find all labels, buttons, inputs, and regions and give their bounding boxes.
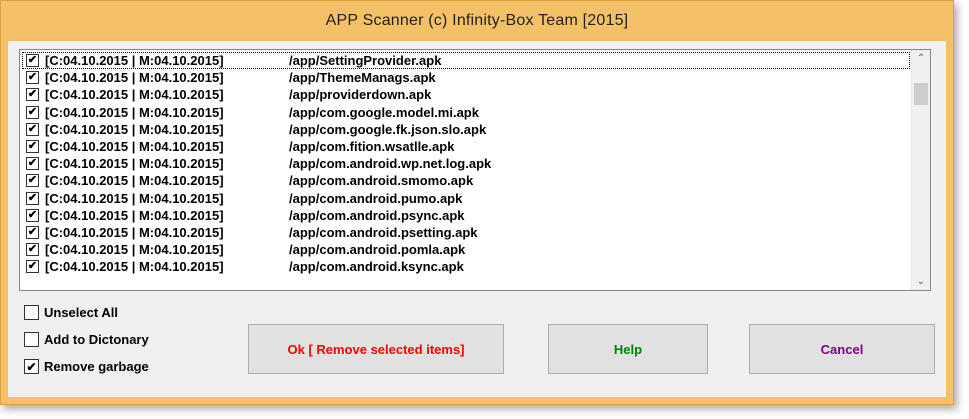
row-date: [C:04.10.2015 | M:04.10.2015] [45, 70, 224, 86]
list-item[interactable]: ✔ [C:04.10.2015 | M:04.10.2015] /app/com.a… [22, 155, 910, 172]
unselect-all-checkbox[interactable]: Unselect All [24, 305, 118, 320]
scroll-down-button[interactable]: ⌄ [912, 273, 930, 290]
vertical-scrollbar[interactable]: ⌃ ⌄ [911, 50, 930, 290]
add-to-dictionary-box[interactable] [24, 332, 39, 347]
row-checkbox[interactable]: ✔ [26, 105, 39, 119]
list-item[interactable]: ✔ [C:04.10.2015 | M:04.10.2015] /app/com.a… [22, 190, 910, 207]
app-scanner-window: APP Scanner (c) Infinity-Box Team [2015]… [0, 0, 954, 405]
row-path: /app/com.fition.wsatlle.apk [289, 139, 455, 155]
row-checkbox[interactable]: ✔ [26, 174, 39, 188]
row-path: /app/SettingProvider.apk [289, 53, 442, 69]
row-path: /app/com.android.psync.apk [289, 207, 465, 223]
list-item[interactable]: ✔ [C:04.10.2015 | M:04.10.2015] /app/com.a… [22, 172, 910, 189]
row-checkbox[interactable]: ✔ [26, 225, 39, 239]
dialog-client-area: ✔ [C:04.10.2015 | M:04.10.2015] /app/Setti… [8, 41, 946, 397]
list-item[interactable]: ✔ [C:04.10.2015 | M:04.10.2015] /app/com.g… [22, 104, 910, 121]
row-checkbox[interactable]: ✔ [26, 208, 39, 222]
list-item[interactable]: ✔ [C:04.10.2015 | M:04.10.2015] /app/Setti… [22, 52, 910, 70]
row-checkbox[interactable]: ✔ [26, 243, 39, 257]
row-path: /app/com.android.wp.net.log.apk [289, 156, 492, 172]
list-item[interactable]: ✔ [C:04.10.2015 | M:04.10.2015] /app/com.g… [22, 121, 910, 138]
row-date: [C:04.10.2015 | M:04.10.2015] [45, 224, 224, 240]
row-date: [C:04.10.2015 | M:04.10.2015] [45, 121, 224, 137]
help-button[interactable]: Help [548, 324, 708, 374]
window-title: APP Scanner (c) Infinity-Box Team [2015] [325, 12, 629, 29]
unselect-all-box[interactable] [24, 305, 39, 320]
cancel-button[interactable]: Cancel [749, 324, 935, 374]
row-checkbox[interactable]: ✔ [26, 71, 39, 85]
list-item[interactable]: ✔ [C:04.10.2015 | M:04.10.2015] /app/com.f… [22, 138, 910, 155]
ok-button-label: Ok [ Remove selected items] [287, 341, 465, 357]
row-path: /app/providerdown.apk [289, 87, 432, 103]
row-checkbox[interactable]: ✔ [26, 54, 39, 68]
row-date: [C:04.10.2015 | M:04.10.2015] [45, 242, 224, 258]
list-item[interactable]: ✔ [C:04.10.2015 | M:04.10.2015] /app/com.a… [22, 224, 910, 241]
remove-garbage-label: Remove garbage [44, 359, 149, 374]
row-path: /app/com.android.smomo.apk [289, 173, 474, 189]
add-to-dictionary-checkbox[interactable]: Add to Dictonary [24, 332, 149, 347]
list-item[interactable]: ✔ [C:04.10.2015 | M:04.10.2015] /app/provi… [22, 86, 910, 103]
row-path: /app/com.google.fk.json.slo.apk [289, 121, 487, 137]
add-to-dictionary-label: Add to Dictonary [44, 332, 149, 347]
row-date: [C:04.10.2015 | M:04.10.2015] [45, 190, 224, 206]
row-date: [C:04.10.2015 | M:04.10.2015] [45, 173, 224, 189]
list-item[interactable]: ✔ [C:04.10.2015 | M:04.10.2015] /app/com.a… [22, 241, 910, 258]
remove-garbage-checkbox[interactable]: ✔ Remove garbage [24, 359, 149, 374]
ok-remove-selected-button[interactable]: Ok [ Remove selected items] [248, 324, 504, 374]
list-item[interactable]: ✔ [C:04.10.2015 | M:04.10.2015] /app/com.a… [22, 207, 910, 224]
row-checkbox[interactable]: ✔ [26, 88, 39, 102]
remove-garbage-box[interactable]: ✔ [24, 359, 39, 374]
row-path: /app/com.google.model.mi.apk [289, 104, 479, 120]
cancel-button-label: Cancel [820, 341, 864, 357]
list-item[interactable]: ✔ [C:04.10.2015 | M:04.10.2015] /app/Theme… [22, 69, 910, 86]
apk-rows: ✔ [C:04.10.2015 | M:04.10.2015] /app/Setti… [22, 52, 910, 275]
row-path: /app/ThemeManags.apk [289, 70, 436, 86]
help-button-label: Help [613, 341, 643, 357]
chevron-down-icon: ⌄ [916, 276, 926, 287]
row-checkbox[interactable]: ✔ [26, 260, 39, 274]
row-path: /app/com.android.pumo.apk [289, 190, 463, 206]
list-item[interactable]: ✔ [C:04.10.2015 | M:04.10.2015] /app/com.a… [22, 258, 910, 275]
row-date: [C:04.10.2015 | M:04.10.2015] [45, 259, 224, 275]
apk-checklist[interactable]: ✔ [C:04.10.2015 | M:04.10.2015] /app/Setti… [19, 49, 931, 291]
title-bar[interactable]: APP Scanner (c) Infinity-Box Team [2015] [1, 1, 953, 41]
unselect-all-label: Unselect All [44, 305, 118, 320]
row-checkbox[interactable]: ✔ [26, 122, 39, 136]
row-path: /app/com.android.ksync.apk [289, 259, 464, 275]
row-checkbox[interactable]: ✔ [26, 140, 39, 154]
row-date: [C:04.10.2015 | M:04.10.2015] [45, 139, 224, 155]
row-date: [C:04.10.2015 | M:04.10.2015] [45, 87, 224, 103]
row-path: /app/com.android.psetting.apk [289, 224, 478, 240]
row-path: /app/com.android.pomla.apk [289, 242, 466, 258]
row-checkbox[interactable]: ✔ [26, 191, 39, 205]
row-date: [C:04.10.2015 | M:04.10.2015] [45, 207, 224, 223]
row-date: [C:04.10.2015 | M:04.10.2015] [45, 156, 224, 172]
scroll-up-button[interactable]: ⌃ [912, 50, 930, 67]
row-date: [C:04.10.2015 | M:04.10.2015] [45, 104, 224, 120]
row-date: [C:04.10.2015 | M:04.10.2015] [45, 53, 224, 69]
chevron-up-icon: ⌃ [916, 53, 926, 64]
scroll-thumb[interactable] [914, 83, 928, 105]
row-checkbox[interactable]: ✔ [26, 157, 39, 171]
